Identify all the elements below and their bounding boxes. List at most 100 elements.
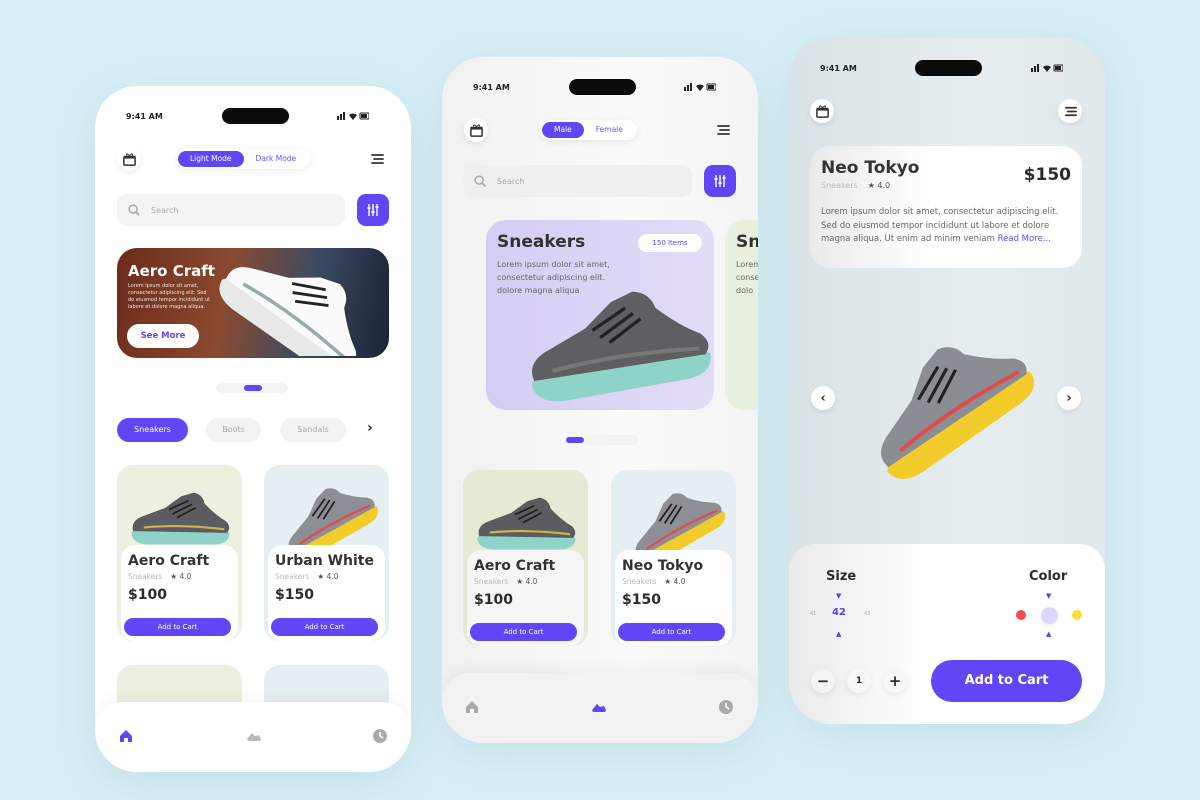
filter-button[interactable] [357,194,389,226]
home-icon[interactable] [464,699,480,715]
shoe-icon[interactable] [590,699,608,715]
chevron-left-icon: ‹ [820,390,826,406]
size-down-arrow-icon[interactable]: ▲ [836,630,841,638]
gift-button[interactable] [464,118,488,142]
home-icon[interactable] [118,728,134,744]
product-price: $150 [622,592,661,608]
product-card[interactable]: Urban White Sneakers ★ 4.0 $150 Add to Cart [264,465,389,641]
product-price: $150 [1023,165,1071,185]
status-time: 9:41 AM [820,64,857,73]
male-option[interactable]: Male [542,122,584,138]
status-time: 9:41 AM [473,83,510,92]
banner-title: Aero Craft [128,262,215,280]
product-rating: ★ 4.0 [317,572,339,581]
selected-size[interactable]: 42 [832,607,846,618]
filter-icon [365,202,381,218]
theme-toggle[interactable]: Light Mode Dark Mode [176,149,311,169]
search-icon [127,203,141,217]
size-label: Size [826,569,857,584]
product-name: Neo Tokyo [622,558,704,574]
plus-icon: + [888,672,902,690]
color-down-arrow-icon[interactable]: ▲ [1046,630,1051,638]
carousel-indicator[interactable] [566,435,638,445]
product-price: $150 [275,587,314,603]
next-card-title: Sn [736,232,758,252]
category-sandals[interactable]: Sandals [280,418,346,442]
carousel-indicator[interactable] [216,383,288,393]
status-icons [1031,64,1063,72]
size-option[interactable]: 43 [864,611,870,617]
product-category: Sneakers [128,572,163,581]
dynamic-island [222,108,289,124]
read-more-link[interactable]: Read More... [998,234,1051,244]
filter-button[interactable] [704,165,736,197]
menu-icon[interactable] [715,122,731,138]
product-name: Aero Craft [128,553,210,569]
size-up-arrow-icon[interactable]: ▼ [836,592,841,600]
search-input[interactable]: Search [463,165,692,197]
search-input[interactable]: Search [117,194,345,226]
product-rating: ★ 4.0 [664,577,686,586]
add-to-cart-button[interactable]: Add to Cart [931,660,1082,702]
add-to-cart-button[interactable]: Add to Cart [618,623,725,641]
product-category: Sneakers [275,572,310,581]
dynamic-island [915,60,982,76]
featured-shoe-image [516,280,714,410]
decrease-quantity-button[interactable]: − [811,669,835,693]
see-more-button[interactable]: See More [127,324,199,348]
items-count-badge: 150 Items [638,234,702,252]
gift-button[interactable] [810,99,834,123]
color-swatch-lavender-selected[interactable] [1041,607,1058,624]
light-mode-option[interactable]: Light Mode [178,151,244,167]
shoe-icon[interactable] [245,728,263,744]
menu-icon[interactable] [369,151,385,167]
color-swatch-red[interactable] [1016,610,1026,620]
product-card[interactable]: Aero Craft Sneakers ★ 4.0 $100 Add to Cart [463,470,588,646]
previous-image-button[interactable]: ‹ [811,386,835,410]
chevron-right-icon[interactable]: › [367,420,373,436]
add-to-cart-button[interactable]: Add to Cart [470,623,577,641]
product-card[interactable]: Neo Tokyo Sneakers ★ 4.0 $150 Add to Cart [611,470,736,646]
product-name: Urban White [275,553,374,569]
clock-icon[interactable] [372,728,388,744]
female-option[interactable]: Female [584,122,635,138]
add-to-cart-button[interactable]: Add to Cart [124,618,231,636]
search-icon [473,174,487,188]
category-boots[interactable]: Boots [206,418,261,442]
bottom-nav [95,702,411,772]
featured-category-card[interactable]: Sneakers 150 Items Lorem ipsum dolor sit… [486,220,714,410]
signal-wifi-battery-icon [684,83,716,91]
quantity-value: 1 [847,669,871,693]
dark-mode-option[interactable]: Dark Mode [244,151,309,167]
browse-screen: 9:41 AM Male Female Search Sneakers 150 … [442,57,758,743]
purchase-panel: Size ▼ 41 42 43 ▲ Color ▼ ▲ − 1 + Add to… [789,544,1105,724]
add-to-cart-button[interactable]: Add to Cart [271,618,378,636]
product-category: Sneakers [622,577,657,586]
product-card[interactable]: Aero Craft Sneakers ★ 4.0 $100 Add to Cart [117,465,242,641]
size-option[interactable]: 41 [810,611,816,617]
search-placeholder: Search [151,205,179,215]
gift-icon [815,104,830,119]
product-shoe-image [849,311,1039,491]
category-sneakers[interactable]: Sneakers [117,418,188,442]
increase-quantity-button[interactable]: + [883,669,907,693]
signal-wifi-battery-icon [1031,64,1063,72]
product-detail-screen: 9:41 AM Neo Tokyo Sneakers ★ 4.0 $150 Lor… [789,38,1105,724]
promo-banner[interactable]: Aero Craft Lorem ipsum dolor sit amet, c… [117,248,389,358]
status-icons [684,83,716,91]
gift-button[interactable] [117,147,141,171]
product-info-card: Neo Tokyo Sneakers ★ 4.0 $150 Lorem ipsum… [810,146,1082,268]
color-swatch-yellow[interactable] [1072,610,1082,620]
product-price: $100 [474,592,513,608]
status-icons [337,112,369,120]
menu-button[interactable] [1058,99,1082,123]
featured-title: Sneakers [497,232,586,252]
color-up-arrow-icon[interactable]: ▼ [1046,592,1051,600]
next-image-button[interactable]: › [1057,386,1081,410]
next-category-card[interactable]: Sn Lorem conse dolo [725,220,758,410]
filter-icon [712,173,728,189]
next-card-text: Lorem conse dolo [736,260,758,295]
menu-icon [1063,104,1078,119]
gender-toggle[interactable]: Male Female [540,120,637,140]
clock-icon[interactable] [718,699,734,715]
